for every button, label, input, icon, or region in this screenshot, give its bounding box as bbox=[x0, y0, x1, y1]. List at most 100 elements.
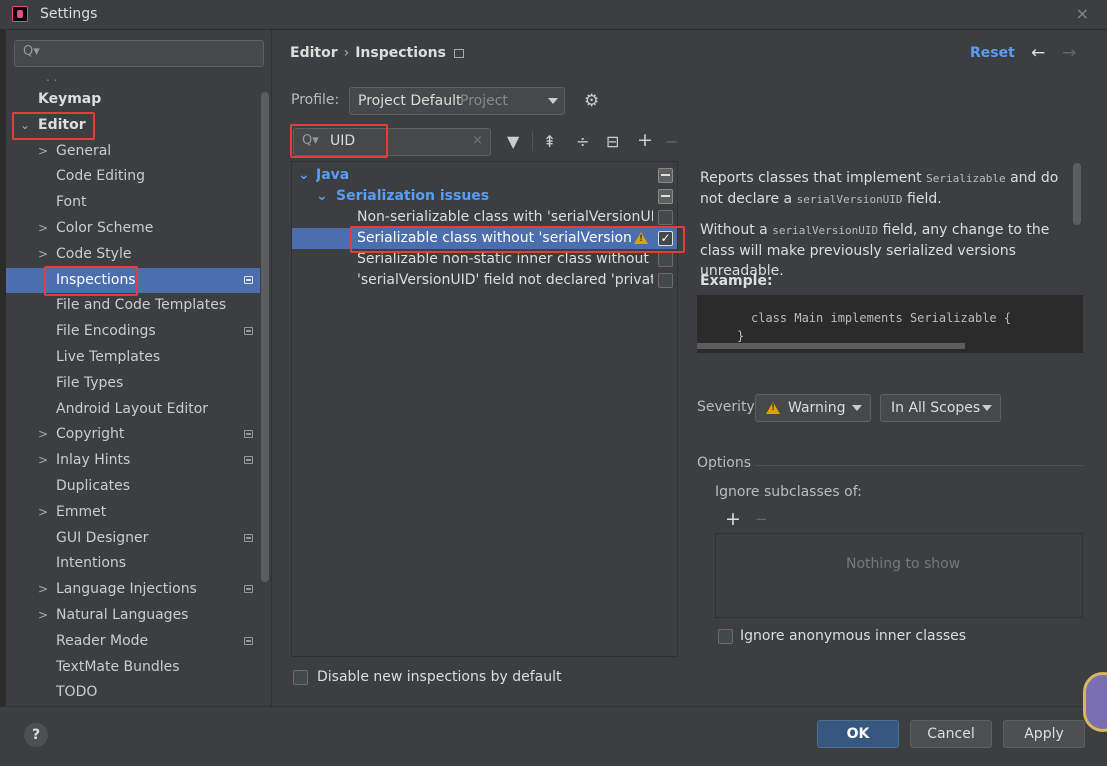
group-checkbox[interactable] bbox=[658, 189, 673, 204]
sidebar-item-android-layout-editor[interactable]: Android Layout Editor bbox=[6, 397, 260, 422]
project-level-icon bbox=[244, 534, 253, 542]
sidebar-search-input[interactable]: Q▾ bbox=[14, 40, 264, 67]
sidebar-item-intentions[interactable]: Intentions bbox=[6, 551, 260, 576]
add-icon[interactable]: + bbox=[637, 129, 653, 151]
sidebar-item-file-types[interactable]: File Types bbox=[6, 371, 260, 396]
sidebar-item-emmet[interactable]: > Emmet bbox=[6, 500, 260, 525]
decorative-badge bbox=[1083, 672, 1107, 732]
sidebar-item-label: Font bbox=[56, 194, 87, 210]
chevron-right-icon[interactable]: > bbox=[38, 216, 48, 241]
sidebar-item-code-editing[interactable]: Code Editing bbox=[6, 164, 260, 189]
sidebar-item-label: Duplicates bbox=[56, 478, 130, 494]
back-arrow-icon[interactable]: ← bbox=[1031, 43, 1045, 63]
sidebar-item-label: Natural Languages bbox=[56, 607, 189, 623]
gear-icon[interactable]: ⚙ bbox=[584, 91, 599, 111]
scope-dropdown[interactable]: In All Scopes bbox=[880, 394, 1001, 422]
chevron-right-icon[interactable]: > bbox=[38, 242, 48, 267]
sidebar-scrollbar[interactable] bbox=[261, 92, 269, 582]
sidebar-item-general[interactable]: > General bbox=[6, 139, 260, 164]
sidebar-item-gui-designer[interactable]: GUI Designer bbox=[6, 526, 260, 551]
clear-search-icon[interactable]: × bbox=[472, 133, 483, 148]
sidebar-item-todo[interactable]: TODO bbox=[6, 680, 260, 705]
tree-node-label: Java bbox=[316, 167, 350, 183]
disable-new-checkbox[interactable] bbox=[293, 670, 308, 685]
sidebar-item-file-and-code-templates[interactable]: File and Code Templates bbox=[6, 293, 260, 318]
inspection-checkbox[interactable] bbox=[658, 210, 673, 225]
sidebar-item-label: Copyright bbox=[56, 426, 125, 442]
warning-icon bbox=[766, 402, 780, 418]
search-icon: Q▾ bbox=[23, 44, 40, 59]
sidebar-item-live-templates[interactable]: Live Templates bbox=[6, 345, 260, 370]
breadcrumb-parent[interactable]: Editor bbox=[290, 45, 338, 61]
sidebar-item-natural-languages[interactable]: > Natural Languages bbox=[6, 603, 260, 628]
project-level-icon bbox=[453, 49, 464, 58]
chevron-right-icon[interactable]: > bbox=[38, 139, 48, 164]
inspection-checkbox[interactable] bbox=[658, 252, 673, 267]
sidebar-item-inlay-hints[interactable]: > Inlay Hints bbox=[6, 448, 260, 473]
reset-link[interactable]: Reset bbox=[970, 45, 1015, 61]
help-icon[interactable]: ? bbox=[24, 723, 48, 747]
remove-icon: − bbox=[665, 132, 679, 151]
collapse-all-icon[interactable]: ÷ bbox=[576, 132, 589, 151]
scope-value: In All Scopes bbox=[891, 400, 981, 416]
close-icon[interactable]: × bbox=[1076, 4, 1089, 23]
sidebar-item-font[interactable]: Font bbox=[6, 190, 260, 215]
sidebar-item-keymap[interactable]: Keymap bbox=[6, 87, 260, 112]
chevron-down-icon bbox=[548, 98, 558, 104]
ignore-anonymous-label: Ignore anonymous inner classes bbox=[740, 628, 967, 644]
code-horizontal-scrollbar[interactable] bbox=[697, 343, 965, 349]
inspection-row[interactable]: 'serialVersionUID' field not declared 'p… bbox=[292, 270, 677, 291]
inspection-label: Non-serializable class with 'serialVersi… bbox=[357, 209, 653, 225]
breadcrumb: Editor › Inspections bbox=[290, 45, 464, 61]
chevron-right-icon[interactable]: > bbox=[38, 500, 48, 525]
add-icon[interactable]: + bbox=[725, 508, 741, 530]
description-scrollbar[interactable] bbox=[1073, 163, 1081, 225]
project-level-icon bbox=[244, 430, 253, 438]
disable-new-label: Disable new inspections by default bbox=[317, 669, 562, 685]
sidebar-item-textmate-bundles[interactable]: TextMate Bundles bbox=[6, 655, 260, 680]
apply-button[interactable]: Apply bbox=[1003, 720, 1085, 748]
window-title: Settings bbox=[40, 6, 98, 22]
sidebar-item-duplicates[interactable]: Duplicates bbox=[6, 474, 260, 499]
project-level-icon bbox=[244, 456, 253, 464]
chevron-down-icon bbox=[852, 405, 862, 411]
expand-all-icon[interactable]: ⇞ bbox=[543, 132, 556, 151]
project-level-icon bbox=[244, 637, 253, 645]
chevron-right-icon[interactable]: > bbox=[38, 577, 48, 602]
list-toolbar: + − bbox=[715, 506, 1083, 534]
chevron-right-icon[interactable]: > bbox=[38, 422, 48, 447]
group-checkbox[interactable] bbox=[658, 168, 673, 183]
inspection-checkbox[interactable] bbox=[658, 273, 673, 288]
reset-to-default-icon[interactable]: ⊟ bbox=[606, 132, 619, 151]
sidebar-item-file-encodings[interactable]: File Encodings bbox=[6, 319, 260, 344]
chevron-right-icon[interactable]: > bbox=[38, 448, 48, 473]
sidebar-item-code-style[interactable]: > Code Style bbox=[6, 242, 260, 267]
sidebar-item-reader-mode[interactable]: Reader Mode bbox=[6, 629, 260, 654]
forward-arrow-icon: → bbox=[1062, 43, 1077, 63]
profile-dropdown[interactable]: Project Default Project bbox=[349, 87, 565, 115]
toolbar-divider bbox=[532, 131, 533, 151]
desc-text: field. bbox=[902, 191, 942, 207]
desc-text: Without a bbox=[700, 222, 773, 238]
severity-dropdown[interactable]: Warning bbox=[755, 394, 871, 422]
filter-icon[interactable]: ▼ bbox=[507, 132, 519, 151]
chevron-down-icon: ⌄ bbox=[298, 167, 310, 183]
tree-node-java[interactable]: ⌄ Java bbox=[292, 165, 677, 186]
sidebar-item-copyright[interactable]: > Copyright bbox=[6, 422, 260, 447]
desc-text: Reports classes that implement bbox=[700, 170, 927, 186]
sidebar-item-label: TextMate Bundles bbox=[56, 659, 180, 675]
sidebar-item-label: File and Code Templates bbox=[56, 297, 227, 313]
ok-button[interactable]: OK bbox=[817, 720, 899, 748]
tree-node-serialization[interactable]: ⌄ Serialization issues bbox=[292, 186, 677, 207]
chevron-right-icon[interactable]: > bbox=[38, 603, 48, 628]
inspection-row[interactable]: Non-serializable class with 'serialVersi… bbox=[292, 207, 677, 228]
ignore-anonymous-checkbox[interactable] bbox=[718, 629, 733, 644]
highlight-editor bbox=[12, 112, 95, 140]
sidebar-item-label: Emmet bbox=[56, 504, 107, 520]
cancel-button[interactable]: Cancel bbox=[910, 720, 992, 748]
sidebar-item-color-scheme[interactable]: > Color Scheme bbox=[6, 216, 260, 241]
sidebar-item-language-injections[interactable]: > Language Injections bbox=[6, 577, 260, 602]
inspection-label: 'serialVersionUID' field not declared 'p… bbox=[357, 272, 653, 288]
highlight-search bbox=[290, 124, 388, 158]
sidebar-item-label: Keymap bbox=[38, 91, 102, 107]
